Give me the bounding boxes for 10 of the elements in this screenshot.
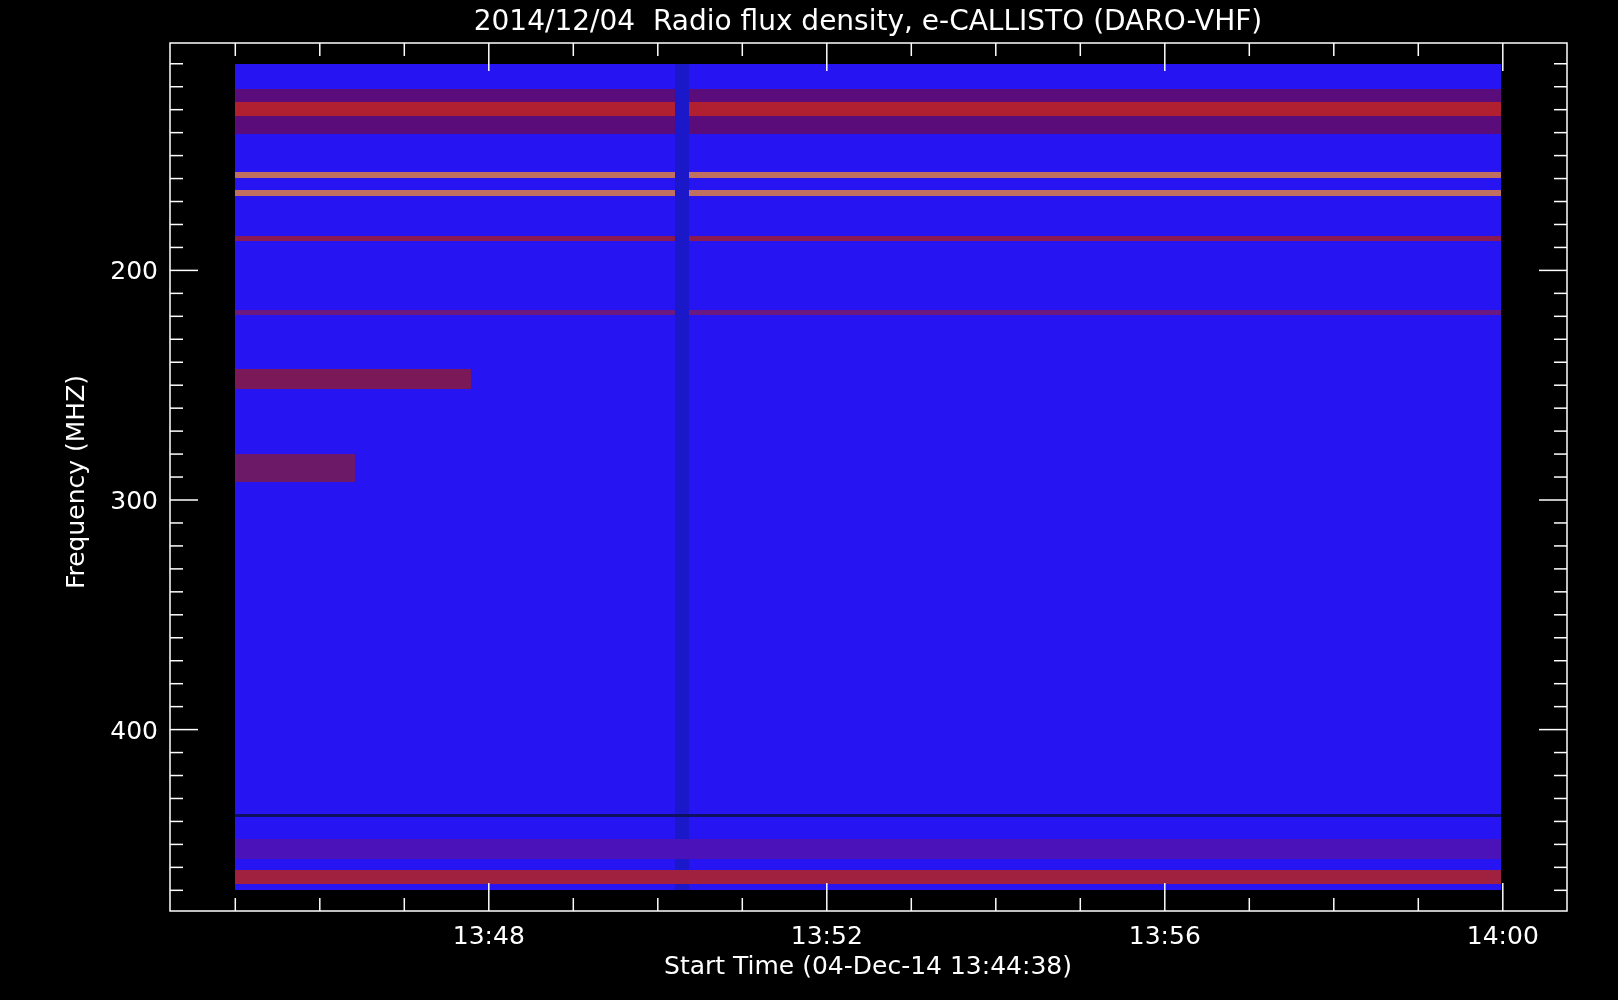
plot-title: 2014/12/04 Radio flux density, e-CALLISTO (DARO-VHF) <box>473 4 1263 37</box>
tick-label: 14:00 <box>1466 921 1539 950</box>
tick-label: 200 <box>110 256 158 286</box>
tick-label: 13:56 <box>1128 921 1201 950</box>
axis-title: Frequency (MHZ) <box>61 374 90 590</box>
tick-label: 400 <box>110 715 158 745</box>
tick-label: 13:52 <box>790 921 863 950</box>
axis-title: Start Time (04-Dec-14 13:44:38) <box>664 951 1072 980</box>
tick-label: 13:48 <box>452 921 525 950</box>
tick-label: 300 <box>110 486 158 515</box>
